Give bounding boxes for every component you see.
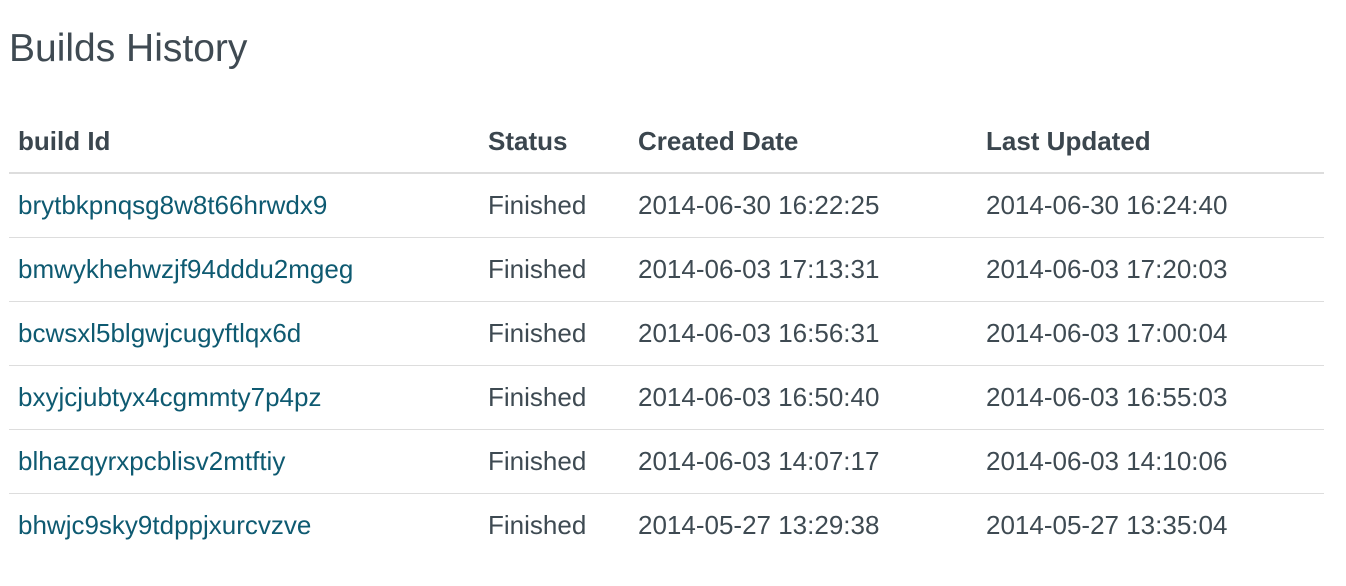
build-id-link[interactable]: bhwjc9sky9tdppjxurcvzve [18, 510, 311, 540]
created-date-cell: 2014-06-03 16:50:40 [629, 365, 977, 430]
last-updated-cell: 2014-05-27 13:35:04 [986, 510, 1228, 540]
table-row: blhazqyrxpcblisv2mtftiy Finished 2014-06… [9, 429, 1324, 494]
build-id-link[interactable]: bcwsxl5blgwjcugyftlqx6d [18, 318, 301, 348]
build-id-cell: bmwykhehwzjf94dddu2mgeg [9, 237, 479, 302]
header-last-updated: Last Updated [977, 110, 1324, 174]
builds-table: build Id Status Created Date Last Update… [9, 110, 1324, 557]
status-cell: Finished [479, 173, 629, 238]
table-row: bhwjc9sky9tdppjxurcvzve Finished 2014-05… [9, 494, 1324, 558]
status-cell: Finished [479, 237, 629, 302]
created-date-cell: 2014-06-03 16:56:31 [629, 301, 977, 366]
page-title: Builds History [9, 27, 248, 70]
last-updated-cell: 2014-06-03 16:55:03 [977, 365, 1324, 430]
last-updated-cell: 2014-06-03 14:10:06 [977, 429, 1324, 494]
status-cell: Finished [479, 429, 629, 494]
build-id-cell: brytbkpnqsg8w8t66hrwdx9 [9, 173, 479, 238]
status-cell: Finished [479, 301, 629, 366]
build-id-cell: bhwjc9sky9tdppjxurcvzve [9, 494, 479, 558]
created-date-cell: 2014-06-03 14:07:17 [629, 429, 977, 494]
build-id-cell: blhazqyrxpcblisv2mtftiy [9, 429, 479, 494]
table-row: bmwykhehwzjf94dddu2mgeg Finished 2014-06… [9, 237, 1324, 302]
table-row: bcwsxl5blgwjcugyftlqx6d Finished 2014-06… [9, 301, 1324, 366]
created-date-cell: 2014-06-03 17:13:31 [629, 237, 977, 302]
build-id-link[interactable]: brytbkpnqsg8w8t66hrwdx9 [18, 190, 327, 220]
header-row: build Id Status Created Date Last Update… [9, 110, 1324, 174]
header-created-date: Created Date [629, 110, 977, 174]
build-id-link[interactable]: blhazqyrxpcblisv2mtftiy [18, 446, 285, 476]
last-updated-cell: 2014-06-30 16:24:40 [977, 173, 1324, 238]
status-cell: Finished [488, 510, 587, 540]
header-status: Status [479, 110, 629, 174]
build-id-cell: bxyjcjubtyx4cgmmty7p4pz [9, 365, 479, 430]
created-date-cell: 2014-05-27 13:29:38 [638, 510, 880, 540]
table-row: bxyjcjubtyx4cgmmty7p4pz Finished 2014-06… [9, 365, 1324, 430]
build-id-link[interactable]: bmwykhehwzjf94dddu2mgeg [18, 254, 353, 284]
last-updated-cell: 2014-06-03 17:00:04 [977, 301, 1324, 366]
header-build-id: build Id [9, 110, 479, 174]
created-date-cell: 2014-06-30 16:22:25 [629, 173, 977, 238]
table-row: brytbkpnqsg8w8t66hrwdx9 Finished 2014-06… [9, 173, 1324, 238]
builds-history-page: Builds History build Id Status Created D… [0, 0, 1346, 586]
build-id-link[interactable]: bxyjcjubtyx4cgmmty7p4pz [18, 382, 321, 412]
last-updated-cell: 2014-06-03 17:20:03 [977, 237, 1324, 302]
build-id-cell: bcwsxl5blgwjcugyftlqx6d [9, 301, 479, 366]
status-cell: Finished [479, 365, 629, 430]
table-header: build Id Status Created Date Last Update… [9, 110, 1324, 174]
table-body: brytbkpnqsg8w8t66hrwdx9 Finished 2014-06… [9, 173, 1324, 557]
